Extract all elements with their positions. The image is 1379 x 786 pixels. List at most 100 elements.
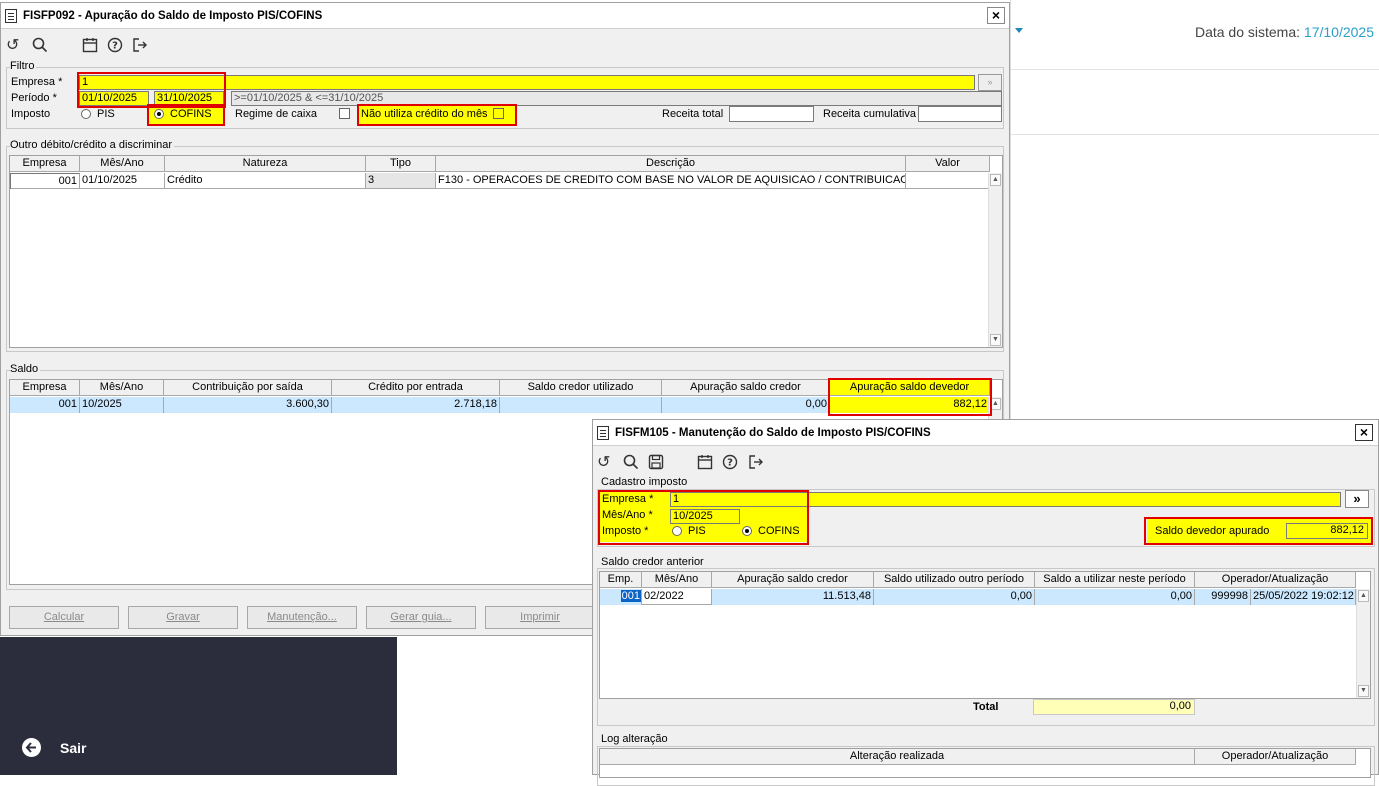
- calendar-icon[interactable]: [82, 37, 98, 56]
- log-col-operador[interactable]: Operador/Atualização: [1195, 749, 1356, 765]
- dark-sidebar: Sair: [0, 637, 397, 775]
- table-row[interactable]: 001 02/2022 11.513,48 0,00 0,00 999998 2…: [600, 589, 1356, 605]
- imprimir-button[interactable]: Imprimir: [485, 606, 595, 629]
- outro-col-empresa[interactable]: Empresa: [10, 156, 80, 172]
- system-date-value: 17/10/2025: [1303, 24, 1374, 40]
- scroll-down-icon[interactable]: ▼: [990, 334, 1001, 346]
- imposto-pis-radio[interactable]: [81, 109, 91, 119]
- scroll-up-icon[interactable]: ▲: [990, 174, 1001, 186]
- saldo-cell-empresa[interactable]: 001: [10, 397, 80, 413]
- close-button[interactable]: ×: [987, 7, 1005, 24]
- saldo-credor-scrollbar[interactable]: ▲ ▼: [1356, 589, 1370, 698]
- sc-col-mes-ano[interactable]: Mês/Ano: [642, 572, 712, 588]
- exit-icon[interactable]: [132, 37, 148, 56]
- receita-cumulativa-label: Receita cumulativa: [823, 108, 916, 120]
- saldo-cell-saldo-credor-utilizado[interactable]: [500, 397, 662, 413]
- empresa-lookup-button[interactable]: »: [978, 74, 1002, 91]
- main-window-title: FISFP092 - Apuração do Saldo de Imposto …: [23, 10, 323, 22]
- svg-text:?: ?: [112, 41, 118, 52]
- scroll-up-icon[interactable]: ▲: [1358, 590, 1369, 602]
- saldo-col-saldo-credor-utilizado[interactable]: Saldo credor utilizado: [500, 380, 662, 396]
- outro-cell-tipo[interactable]: 3: [366, 173, 436, 188]
- sc-cell-atualizacao[interactable]: 25/05/2022 19:02:12: [1251, 589, 1356, 605]
- dialog-title: FISFM105 - Manutenção do Saldo de Impost…: [615, 427, 931, 439]
- sc-col-a-utilizar[interactable]: Saldo a utilizar neste período: [1035, 572, 1195, 588]
- scroll-down-icon[interactable]: ▼: [1358, 685, 1369, 697]
- outro-grid: Empresa Mês/Ano Natureza Tipo Descrição …: [9, 155, 1003, 348]
- outro-group-title: Outro débito/crédito a discriminar: [10, 139, 175, 151]
- search-icon[interactable]: [623, 454, 639, 473]
- undo-icon[interactable]: ↺: [6, 37, 19, 53]
- saldo-col-apuracao-credor[interactable]: Apuração saldo credor: [662, 380, 830, 396]
- calendar-icon[interactable]: [697, 454, 713, 473]
- calcular-button[interactable]: Calcular: [9, 606, 119, 629]
- table-row[interactable]: 001 01/10/2025 Crédito 3 F130 - OPERACOE…: [10, 173, 990, 189]
- manutencao-button[interactable]: Manutenção...: [247, 606, 357, 629]
- saldo-credor-group-title: Saldo credor anterior: [601, 556, 706, 568]
- outro-cell-descricao[interactable]: F130 - OPERACOES DE CREDITO COM BASE NO …: [436, 173, 906, 188]
- imposto-pis-label: PIS: [97, 108, 115, 120]
- receita-total-label: Receita total: [662, 108, 724, 120]
- svg-text:?: ?: [727, 458, 733, 469]
- highlight-box: [1144, 517, 1373, 545]
- sc-cell-emp[interactable]: 001: [600, 589, 642, 605]
- back-arrow-icon: [22, 738, 41, 757]
- save-icon[interactable]: [648, 454, 664, 473]
- sc-col-apuracao[interactable]: Apuração saldo credor: [712, 572, 874, 588]
- outro-col-valor[interactable]: Valor: [906, 156, 990, 172]
- saldo-credor-grid: Emp. Mês/Ano Apuração saldo credor Saldo…: [599, 571, 1371, 699]
- log-col-alteracao[interactable]: Alteração realizada: [600, 749, 1195, 765]
- outro-col-descricao[interactable]: Descrição: [436, 156, 906, 172]
- sc-cell-emp-value: 001: [620, 590, 641, 602]
- sc-cell-a-utilizar[interactable]: 0,00: [1035, 589, 1195, 605]
- saldo-cell-contribuicao[interactable]: 3.600,30: [164, 397, 332, 413]
- sc-col-utilizado[interactable]: Saldo utilizado outro período: [874, 572, 1035, 588]
- highlight-box: [598, 490, 809, 545]
- outro-col-mes-ano[interactable]: Mês/Ano: [80, 156, 165, 172]
- saldo-col-contribuicao[interactable]: Contribuição por saída: [164, 380, 332, 396]
- dropdown-arrow-icon[interactable]: [1015, 28, 1023, 33]
- log-grid: Alteração realizada Operador/Atualização: [599, 748, 1371, 778]
- outro-col-natureza[interactable]: Natureza: [165, 156, 366, 172]
- divider: [1011, 134, 1379, 135]
- receita-total-input[interactable]: [729, 106, 814, 122]
- saldo-cell-apuracao-credor[interactable]: 0,00: [662, 397, 830, 413]
- periodo-expression: >=01/10/2025 & <=31/10/2025: [231, 91, 1002, 106]
- saldo-cell-mes-ano[interactable]: 10/2025: [80, 397, 164, 413]
- sc-col-operador[interactable]: Operador/Atualização: [1195, 572, 1356, 588]
- search-icon[interactable]: [32, 37, 48, 56]
- main-window-titlebar: FISFP092 - Apuração do Saldo de Imposto …: [1, 3, 1009, 29]
- dialog-empresa-lookup-button[interactable]: »: [1345, 490, 1369, 508]
- divider: [1011, 69, 1379, 70]
- sc-cell-operador[interactable]: 999998: [1195, 589, 1251, 605]
- help-icon[interactable]: ?: [107, 37, 123, 56]
- saldo-cell-credito[interactable]: 2.718,18: [332, 397, 500, 413]
- sc-cell-utilizado[interactable]: 0,00: [874, 589, 1035, 605]
- saldo-col-mes-ano[interactable]: Mês/Ano: [80, 380, 164, 396]
- dialog-close-button[interactable]: ×: [1355, 424, 1373, 441]
- empresa-label: Empresa *: [11, 76, 63, 88]
- regime-caixa-checkbox[interactable]: [339, 108, 350, 119]
- periodo-label: Período *: [11, 92, 57, 104]
- outro-cell-empresa[interactable]: 001: [10, 173, 80, 189]
- highlight-box: [77, 72, 226, 108]
- outro-cell-mes-ano[interactable]: 01/10/2025: [80, 173, 165, 188]
- gravar-button[interactable]: Gravar: [128, 606, 238, 629]
- sc-cell-apuracao[interactable]: 11.513,48: [712, 589, 874, 605]
- gerar-guia-button[interactable]: Gerar guia...: [366, 606, 476, 629]
- imposto-label: Imposto: [11, 108, 51, 120]
- outro-scrollbar[interactable]: ▲ ▼: [988, 173, 1002, 347]
- saldo-col-credito[interactable]: Crédito por entrada: [332, 380, 500, 396]
- saldo-col-empresa[interactable]: Empresa: [10, 380, 80, 396]
- sc-cell-mes-ano[interactable]: 02/2022: [642, 589, 712, 605]
- help-icon[interactable]: ?: [722, 454, 738, 473]
- filtro-group-title: Filtro: [10, 60, 37, 72]
- log-group-title: Log alteração: [601, 733, 670, 745]
- outro-cell-natureza[interactable]: Crédito: [165, 173, 366, 188]
- system-date-label: Data do sistema:: [1194, 24, 1301, 40]
- outro-col-tipo[interactable]: Tipo: [366, 156, 436, 172]
- sc-col-emp[interactable]: Emp.: [600, 572, 642, 588]
- exit-icon[interactable]: [748, 454, 764, 473]
- receita-cumulativa-input[interactable]: [918, 106, 1002, 122]
- undo-icon[interactable]: ↺: [597, 454, 610, 470]
